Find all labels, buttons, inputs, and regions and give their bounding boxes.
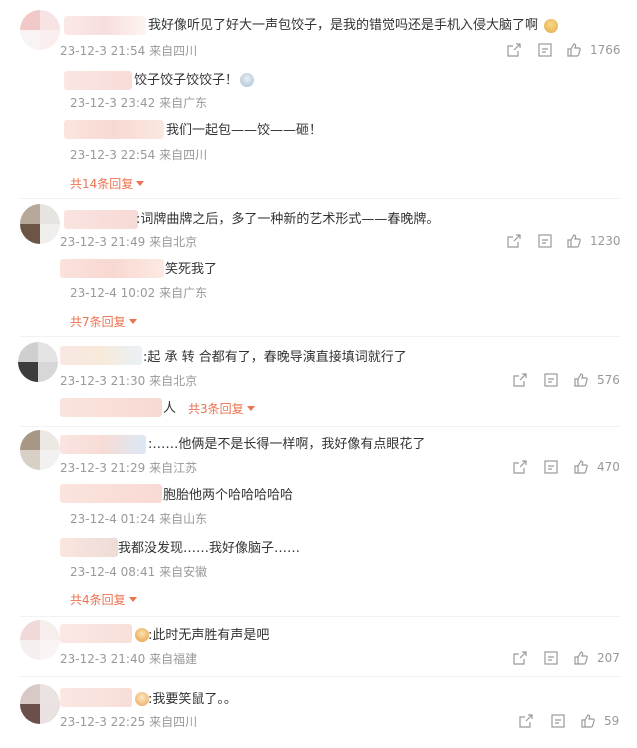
reply-username[interactable] — [60, 398, 162, 417]
like-count: 576 — [597, 373, 620, 387]
share-button[interactable] — [507, 43, 521, 57]
reply-text: 我们一起包——饺——砸！ — [166, 123, 323, 138]
reply-username[interactable] — [60, 484, 162, 503]
reply-username[interactable] — [60, 259, 164, 278]
mouse-emoji-icon — [135, 692, 149, 706]
comment-meta: 23-12-3 21:40 来自福建 — [60, 652, 198, 666]
like-count: 207 — [597, 651, 620, 665]
avatar[interactable] — [20, 684, 60, 724]
reply-text: 饺子饺子饺饺子！ — [134, 73, 239, 88]
reply-text: 笑死我了 — [165, 262, 218, 277]
thumbs-up-icon — [574, 373, 588, 387]
like-button[interactable]: 59 — [581, 714, 619, 728]
comment-button[interactable] — [544, 373, 558, 387]
reply-text: 胞胎他两个哈哈哈哈哈 — [163, 488, 294, 503]
laughing-emoji-icon — [544, 19, 558, 33]
avatar[interactable] — [20, 204, 60, 244]
comment-button[interactable] — [538, 43, 552, 57]
username[interactable] — [64, 16, 146, 35]
comment-icon — [551, 714, 565, 728]
comment-icon — [544, 373, 558, 387]
like-count: 470 — [597, 460, 620, 474]
more-replies-link[interactable]: 共3条回复 — [188, 401, 255, 417]
reply-text: 我都没发现……我好像脑子…… — [118, 541, 301, 556]
comment-text: :起 承 转 合都有了，春晚导演直接填词就行了 — [143, 350, 407, 365]
comment-text: :我要笑鼠了。。 — [148, 692, 237, 707]
comment-icon — [544, 651, 558, 665]
reply-username[interactable] — [64, 120, 164, 139]
lucky-cat-emoji-icon — [135, 628, 149, 642]
share-button[interactable] — [519, 714, 533, 728]
username[interactable] — [64, 210, 138, 229]
username[interactable] — [60, 688, 132, 707]
like-button[interactable]: 1766 — [567, 43, 621, 57]
share-icon — [507, 43, 521, 57]
username[interactable] — [60, 346, 142, 365]
comment-icon — [544, 460, 558, 474]
share-icon — [513, 651, 527, 665]
share-button[interactable] — [507, 234, 521, 248]
reply-meta: 23-12-4 08:41 来自安徽 — [70, 565, 208, 579]
reply-meta: 23-12-4 01:24 来自山东 — [70, 512, 208, 526]
comment-button[interactable] — [538, 234, 552, 248]
username[interactable] — [60, 435, 146, 454]
comment-meta: 23-12-3 22:25 来自四川 — [60, 715, 198, 729]
share-button[interactable] — [513, 651, 527, 665]
divider — [20, 676, 620, 677]
comment-text: 我好像听见了好大一声包饺子，是我的错觉吗还是手机入侵大脑了啊 — [148, 18, 539, 33]
thumbs-up-icon — [567, 43, 581, 57]
share-icon — [519, 714, 533, 728]
share-icon — [513, 373, 527, 387]
comment-button[interactable] — [544, 460, 558, 474]
more-replies-link[interactable]: 共4条回复 — [70, 592, 137, 608]
thumbs-up-icon — [581, 714, 595, 728]
reply-meta: 23-12-3 23:42 来自广东 — [70, 96, 208, 110]
avatar[interactable] — [20, 10, 60, 50]
like-count: 1766 — [590, 43, 621, 57]
thumbs-up-icon — [574, 460, 588, 474]
like-button[interactable]: 207 — [574, 651, 620, 665]
comment-meta: 23-12-3 21:30 来自北京 — [60, 374, 198, 388]
avatar[interactable] — [20, 620, 60, 660]
like-button[interactable]: 1230 — [567, 234, 621, 248]
divider — [20, 616, 620, 617]
username[interactable] — [60, 624, 132, 643]
share-icon — [513, 460, 527, 474]
reply-username[interactable] — [60, 538, 118, 557]
divider — [20, 198, 620, 199]
more-replies-link[interactable]: 共7条回复 — [70, 314, 137, 330]
comment-meta: 23-12-3 21:54 来自四川 — [60, 44, 198, 58]
avatar[interactable] — [20, 430, 60, 470]
reply-username[interactable] — [64, 71, 132, 90]
thumbs-up-icon — [574, 651, 588, 665]
comment-text: :……他俩是不是长得一样啊，我好像有点眼花了 — [148, 437, 426, 452]
reply-meta: 23-12-4 10:02 来自广东 — [70, 286, 208, 300]
divider — [20, 426, 620, 427]
reply-text: 人 — [163, 401, 177, 416]
comment-text: :词牌曲牌之后，多了一种新的艺术形式——春晚牌。 — [136, 212, 440, 227]
like-button[interactable]: 576 — [574, 373, 620, 387]
like-count: 1230 — [590, 234, 621, 248]
surprised-emoji-icon — [240, 73, 254, 87]
more-replies-link[interactable]: 共14条回复 — [70, 176, 145, 192]
comment-text: :此时无声胜有声是吧 — [148, 628, 270, 643]
comment-button[interactable] — [544, 651, 558, 665]
divider — [20, 336, 620, 337]
comment-icon — [538, 234, 552, 248]
share-icon — [507, 234, 521, 248]
reply-meta: 23-12-3 22:54 来自四川 — [70, 148, 208, 162]
share-button[interactable] — [513, 460, 527, 474]
comment-icon — [538, 43, 552, 57]
share-button[interactable] — [513, 373, 527, 387]
avatar[interactable] — [18, 342, 58, 382]
comment-meta: 23-12-3 21:49 来自北京 — [60, 235, 198, 249]
like-button[interactable]: 470 — [574, 460, 620, 474]
comment-button[interactable] — [551, 714, 565, 728]
comment-meta: 23-12-3 21:29 来自江苏 — [60, 461, 198, 475]
like-count: 59 — [604, 714, 620, 728]
thumbs-up-icon — [567, 234, 581, 248]
